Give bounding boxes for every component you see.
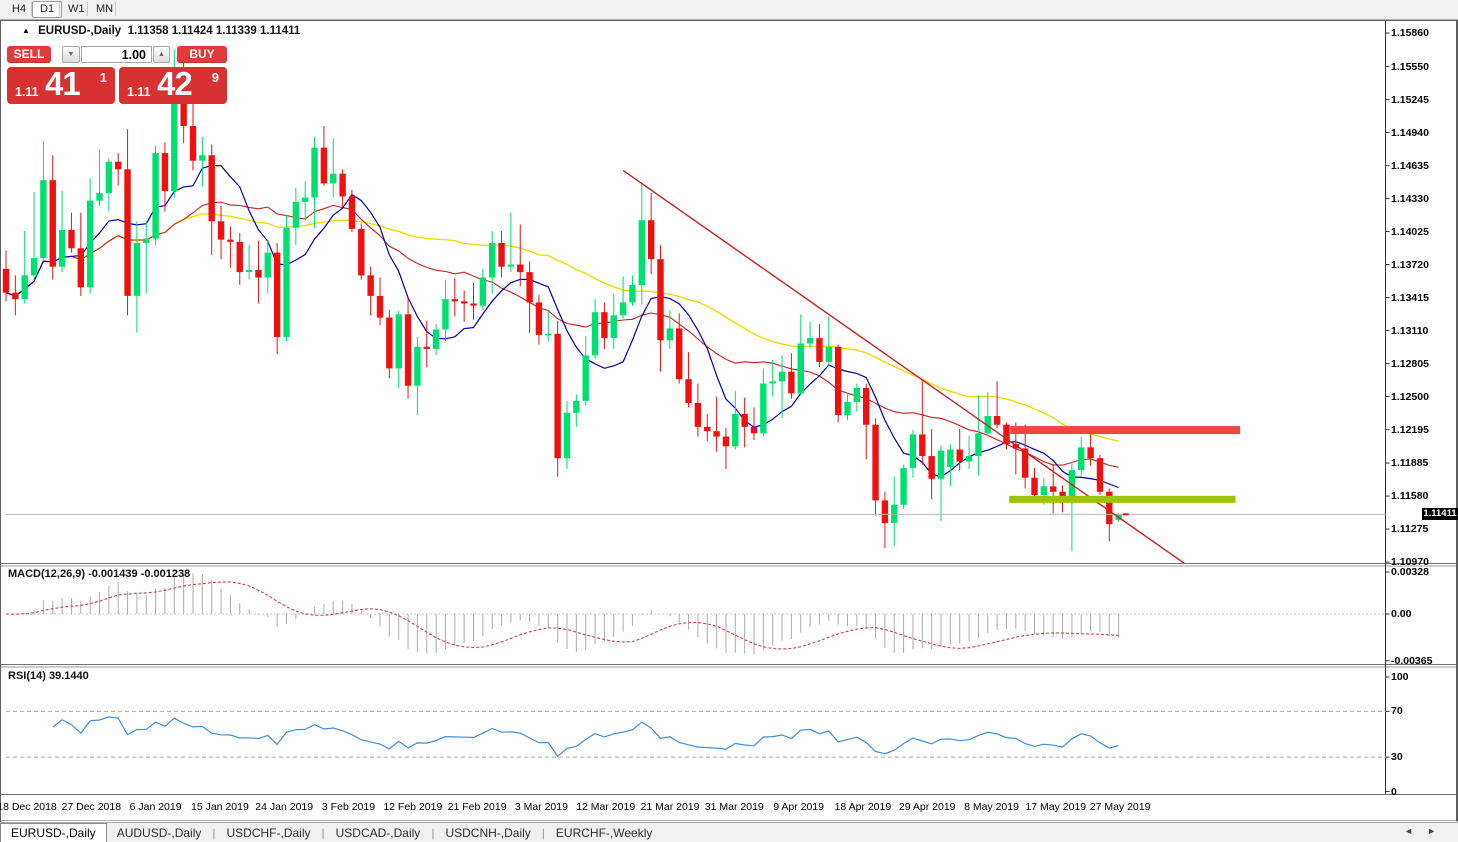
date-axis-label: 21 Feb 2019 — [448, 801, 507, 813]
price-axis-label: 1.12195 — [1391, 424, 1429, 436]
chart-tab-usdchf[interactable]: USDCHF-,Daily — [217, 824, 321, 842]
price-axis-label: 1.11885 — [1391, 457, 1428, 469]
rsi-indicator-label: RSI(14) 39.1440 — [8, 670, 89, 682]
price-axis-label: 1.15245 — [1391, 94, 1429, 106]
ask-quote-box[interactable]: 1.11 42 9 — [119, 67, 227, 104]
price-axis-label: 1.14025 — [1391, 226, 1429, 238]
price-axis-label: 1.13415 — [1391, 292, 1429, 304]
date-axis-label: 21 Mar 2019 — [641, 801, 700, 813]
tab-separator: | — [542, 826, 545, 840]
date-axis-label: 12 Feb 2019 — [383, 801, 442, 813]
price-axis-label: 1.11275 — [1391, 523, 1428, 535]
chart-ohlc-values: 1.11358 1.11424 1.11339 1.11411 — [128, 25, 301, 37]
rsi-axis-label: 0 — [1391, 786, 1397, 798]
date-axis-label: 18 Apr 2019 — [835, 801, 892, 813]
volume-input[interactable] — [81, 46, 152, 63]
toolbar-separator — [115, 2, 116, 16]
tab-scroll-right-icon[interactable]: ► — [1427, 826, 1450, 836]
tab-separator: | — [322, 826, 325, 840]
macd-indicator-label: MACD(12,26,9) -0.001439 -0.001238 — [8, 568, 190, 580]
ask-price-pipette: 9 — [212, 70, 219, 85]
price-axis-label: 1.15860 — [1391, 27, 1429, 39]
date-axis-label: 29 Apr 2019 — [899, 801, 956, 813]
price-axis-label: 1.13110 — [1391, 325, 1428, 337]
date-axis-label: 8 May 2019 — [964, 801, 1019, 813]
price-axis-label: 1.13720 — [1391, 259, 1429, 271]
ask-price-main: 42 — [157, 67, 192, 103]
price-axis-label: 1.14940 — [1391, 127, 1429, 139]
date-axis-label: 27 May 2019 — [1090, 801, 1151, 813]
date-axis-label: 6 Jan 2019 — [130, 801, 182, 813]
chart-symbol-label: EURUSD-,Daily — [38, 25, 121, 37]
date-axis-label: 31 Mar 2019 — [705, 801, 764, 813]
date-axis-label: 24 Jan 2019 — [255, 801, 313, 813]
price-axis-label: 1.14330 — [1391, 193, 1429, 205]
timeframe-button-h4[interactable]: H4 — [4, 1, 34, 18]
ask-price-base: 1.11 — [127, 85, 151, 99]
volume-increase-icon[interactable]: ▲ — [153, 46, 170, 63]
rsi-axis-label: 100 — [1391, 671, 1409, 683]
mt4-window: H4D1W1MN ▲ EURUSD-,Daily 1.11358 1.11424… — [0, 0, 1458, 842]
chart-title: ▲ EURUSD-,Daily 1.11358 1.11424 1.11339 … — [22, 25, 300, 37]
chart-tab-bar: EURUSD-,DailyAUDUSD-,Daily|USDCHF-,Daily… — [0, 822, 1458, 842]
bid-price-base: 1.11 — [15, 85, 39, 99]
price-axis-label: 1.11580 — [1391, 490, 1428, 502]
date-axis-label: 15 Jan 2019 — [191, 801, 249, 813]
date-axis-label: 27 Dec 2018 — [62, 801, 122, 813]
price-axis-label: 1.15550 — [1391, 61, 1429, 73]
macd-axis-label: -0.00365 — [1391, 655, 1432, 667]
tab-scroll-arrows[interactable]: ◄► — [1404, 826, 1450, 836]
buy-button[interactable]: BUY — [177, 46, 227, 63]
date-axis-label: 9 Apr 2019 — [773, 801, 824, 813]
bid-quote-box[interactable]: 1.11 41 1 — [7, 67, 115, 104]
chart-tab-audusd[interactable]: AUDUSD-,Daily — [107, 824, 212, 842]
chart-tab-usdcad[interactable]: USDCAD-,Daily — [326, 824, 431, 842]
current-price-tag: 1.11411 — [1422, 508, 1458, 520]
tab-separator: | — [212, 826, 215, 840]
rsi-axis-label: 30 — [1391, 751, 1403, 763]
chart-tab-eurchf[interactable]: EURCHF-,Weekly — [546, 824, 662, 842]
one-click-trade-panel: SELL ▼ ▲ BUY 1.11 41 1 1.11 42 9 — [6, 45, 228, 105]
date-axis-label: 12 Mar 2019 — [576, 801, 635, 813]
volume-decrease-icon[interactable]: ▼ — [62, 46, 80, 63]
rsi-axis-label: 70 — [1391, 705, 1403, 717]
date-axis-label: 18 Dec 2018 — [0, 801, 57, 813]
bid-price-pipette: 1 — [100, 70, 107, 85]
sell-button[interactable]: SELL — [7, 46, 51, 63]
date-axis-label: 3 Mar 2019 — [515, 801, 568, 813]
timeframe-button-d1[interactable]: D1 — [32, 1, 62, 18]
date-axis-label: 17 May 2019 — [1025, 801, 1086, 813]
chart-collapse-icon: ▲ — [22, 26, 30, 35]
timeframe-toolbar: H4D1W1MN — [0, 0, 1458, 20]
timeframe-button-mn[interactable]: MN — [88, 1, 121, 18]
chart-tab-eurusd[interactable]: EURUSD-,Daily — [0, 823, 107, 842]
chart-tab-usdcnh[interactable]: USDCNH-,Daily — [435, 824, 540, 842]
macd-axis-label: 0.00 — [1391, 608, 1411, 620]
tab-separator: | — [431, 826, 434, 840]
price-axis-label: 1.12805 — [1391, 358, 1429, 370]
bid-price-main: 41 — [45, 67, 80, 103]
price-axis-label: 1.14635 — [1391, 160, 1429, 172]
macd-axis-label: 0.00328 — [1391, 566, 1429, 578]
date-axis-label: 3 Feb 2019 — [322, 801, 375, 813]
price-axis-label: 1.12500 — [1391, 391, 1429, 403]
tab-scroll-left-icon[interactable]: ◄ — [1404, 826, 1427, 836]
